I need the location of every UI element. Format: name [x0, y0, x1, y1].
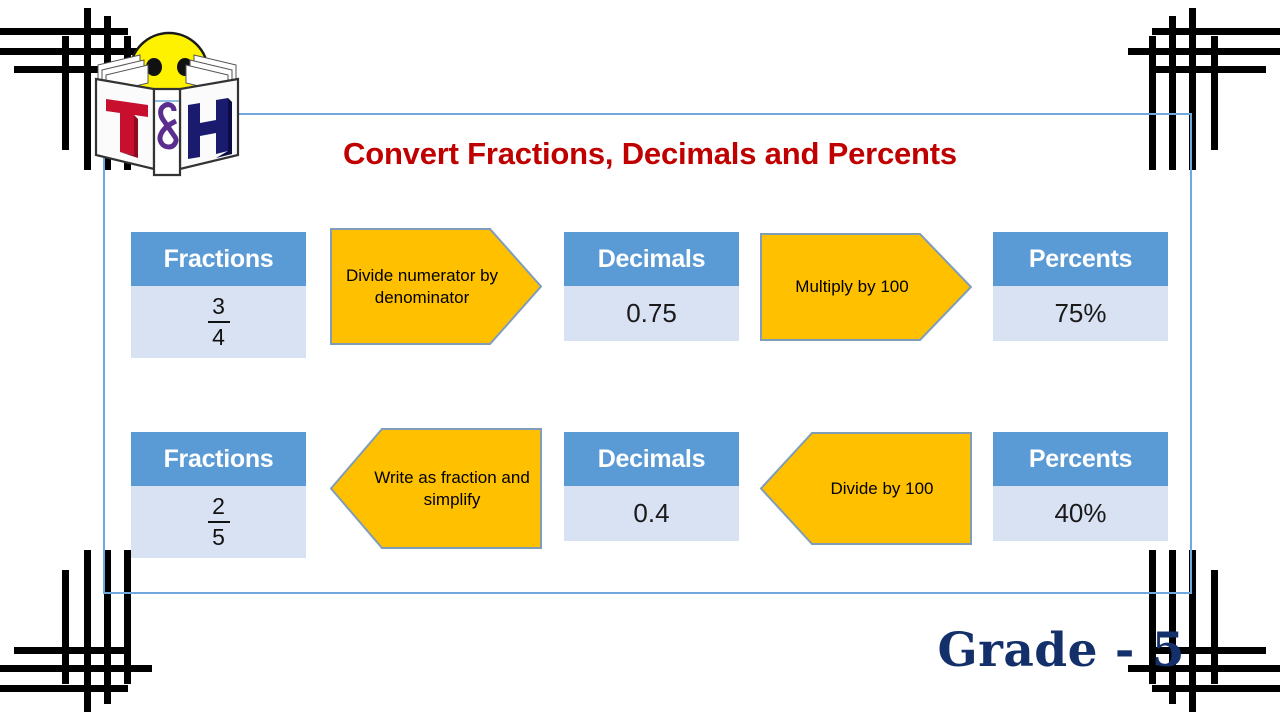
- decimals-card-row2: Decimals 0.4: [564, 432, 739, 541]
- fractions-header-row1: Fractions: [131, 232, 306, 286]
- fraction-bar: [207, 521, 230, 523]
- percents-value-row2: 40%: [993, 486, 1168, 541]
- fractions-card-row1: Fractions 3 4: [131, 232, 306, 358]
- percents-value-row1: 75%: [993, 286, 1168, 341]
- arrow-label: Divide numerator by denominator: [345, 265, 499, 307]
- fraction-3-over-4: 3 4: [207, 293, 230, 350]
- slide-canvas: Convert Fractions, Decimals and Percents…: [0, 0, 1280, 720]
- fraction-numerator: 2: [212, 493, 225, 519]
- fractions-header-row2: Fractions: [131, 432, 306, 486]
- decimals-value-row2: 0.4: [564, 486, 739, 541]
- percents-card-row2: Percents 40%: [993, 432, 1168, 541]
- arrow-label: Multiply by 100: [795, 277, 909, 297]
- page-title: Convert Fractions, Decimals and Percents: [343, 136, 957, 171]
- decimals-header-row2: Decimals: [564, 432, 739, 486]
- arrow-left-divide-by-100: Divide by 100: [760, 432, 972, 545]
- percents-card-row1: Percents 75%: [993, 232, 1168, 341]
- arrow-left-write-as-fraction-and-simplify: Write as fraction and simplify: [330, 428, 542, 549]
- fractions-value-row1: 3 4: [131, 286, 306, 358]
- arrow-right-divide-numerator-by-denominator: Divide numerator by denominator: [330, 228, 542, 345]
- percents-header-row1: Percents: [993, 232, 1168, 286]
- fractions-card-row2: Fractions 2 5: [131, 432, 306, 558]
- conversion-row-2: Fractions 2 5 Decimals 0.4 Percents 40%: [0, 432, 1280, 572]
- arrow-label: Divide by 100: [830, 478, 934, 498]
- arrow-right-multiply-by-100: Multiply by 100: [760, 233, 972, 341]
- brand-logo: [82, 27, 252, 192]
- fraction-denominator: 5: [212, 524, 225, 550]
- fraction-2-over-5: 2 5: [207, 493, 230, 550]
- fraction-numerator: 3: [212, 293, 225, 319]
- decimals-card-row1: Decimals 0.75: [564, 232, 739, 341]
- fraction-denominator: 4: [212, 324, 225, 350]
- conversion-row-1: Fractions 3 4 Decimals 0.75 Percents 75%: [0, 232, 1280, 372]
- arrow-label: Write as fraction and simplify: [374, 467, 530, 509]
- decimals-value-row1: 0.75: [564, 286, 739, 341]
- percents-header-row2: Percents: [993, 432, 1168, 486]
- fraction-bar: [207, 321, 230, 323]
- grade-label: Grade - 5: [937, 623, 1185, 678]
- decimals-header-row1: Decimals: [564, 232, 739, 286]
- fractions-value-row2: 2 5: [131, 486, 306, 558]
